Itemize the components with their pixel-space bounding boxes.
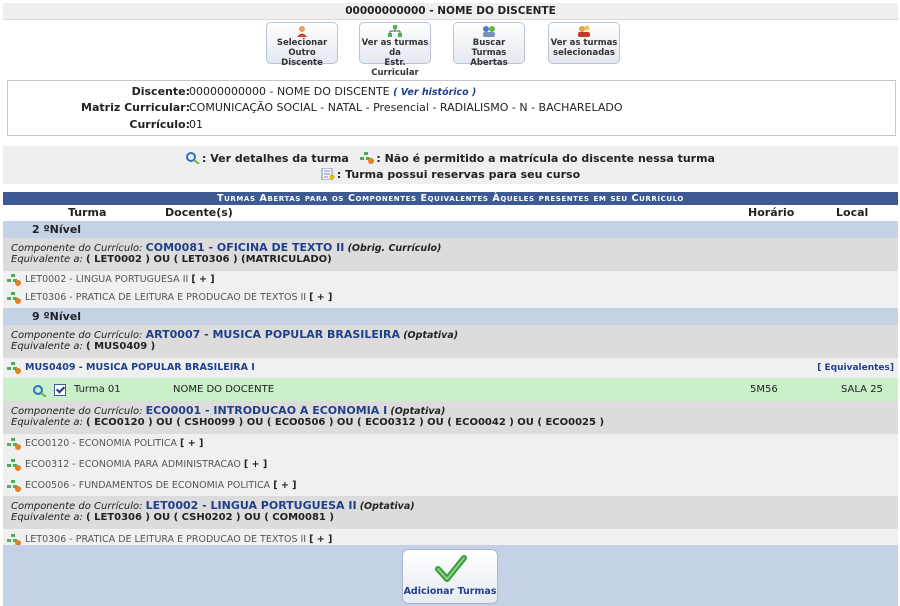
level-header: 9 ºNível xyxy=(3,308,898,325)
blocked-enrollment-icon xyxy=(7,533,21,546)
expand-button[interactable]: [ + ] xyxy=(309,292,332,303)
group-icon xyxy=(577,25,591,37)
legend: : Ver detalhes da turma : Não é permitid… xyxy=(3,146,898,184)
reserves-icon xyxy=(321,167,335,181)
group-search-icon xyxy=(482,25,496,37)
checkmark-icon xyxy=(435,554,467,587)
add-classes-button[interactable]: Adicionar Turmas xyxy=(402,549,498,604)
discipline-row[interactable]: ECO0120 - ECONOMIA POLITICA [ + ] xyxy=(3,434,898,454)
select-other-student-button[interactable]: Selecionar Outro Discente xyxy=(266,22,338,68)
blocked-enrollment-icon xyxy=(7,479,21,492)
expand-button[interactable]: [ + ] xyxy=(244,459,267,470)
expand-button[interactable]: [ + ] xyxy=(309,534,332,545)
component-row: Componente do Currículo: ECO0001 - INTRO… xyxy=(3,401,898,434)
matrix-row: Matriz Curricular: COMUNICAÇÃO SOCIAL - … xyxy=(81,101,623,114)
expand-button[interactable]: [ + ] xyxy=(273,480,296,491)
view-history-link[interactable]: ( Ver histórico ) xyxy=(393,87,476,98)
table-footer: Adicionar Turmas xyxy=(3,545,898,606)
toolbar: Selecionar Outro Discente Ver as turmas … xyxy=(0,22,900,78)
discipline-row[interactable]: LET0306 - PRATICA DE LEITURA E PRODUCAO … xyxy=(3,288,898,308)
view-curricular-classes-button[interactable]: Ver as turmas da Estr. Curricular xyxy=(359,22,431,78)
details-icon xyxy=(186,152,200,165)
class-select-checkbox[interactable] xyxy=(54,384,66,396)
component-row: Componente do Currículo: LET0002 - LINGU… xyxy=(3,496,898,529)
equivalents-link[interactable]: [ Equivalentes] xyxy=(817,358,894,378)
student-row: Discente: 00000000000 - NOME DO DISCENTE… xyxy=(131,85,477,98)
tree-icon xyxy=(388,25,402,37)
view-selected-classes-button[interactable]: Ver as turmas selecionadas xyxy=(548,22,620,64)
curriculum-row: Currículo: 01 xyxy=(129,118,203,131)
user-icon xyxy=(295,25,309,37)
table-header: Turma Docente(s) Horário Local xyxy=(68,206,869,219)
search-open-classes-button[interactable]: Buscar Turmas Abertas xyxy=(453,22,525,68)
blocked-enrollment-icon xyxy=(7,438,21,450)
blocked-enrollment-icon xyxy=(7,458,21,471)
table-caption: Turmas Abertas para os Componentes Equiv… xyxy=(3,192,898,205)
component-row: Componente do Currículo: COM0081 - OFICI… xyxy=(3,238,898,271)
blocked-enrollment-icon xyxy=(7,292,21,304)
blocked-enrollment-icon xyxy=(360,152,375,164)
classes-table: Turmas Abertas para os Componentes Equiv… xyxy=(3,192,898,550)
blocked-enrollment-icon xyxy=(7,362,21,374)
level-header: 2 ºNível xyxy=(3,221,898,238)
page-title: 00000000000 - NOME DO DISCENTE xyxy=(3,3,898,20)
blocked-enrollment-icon xyxy=(7,274,21,286)
expand-button[interactable]: [ + ] xyxy=(180,438,203,449)
discipline-row[interactable]: ECO0312 - ECONOMIA PARA ADMINISTRACAO [ … xyxy=(3,454,898,475)
discipline-row[interactable]: ECO0506 - FUNDAMENTOS DE ECONOMIA POLITI… xyxy=(3,475,898,496)
student-info-box: Discente: 00000000000 - NOME DO DISCENTE… xyxy=(7,80,896,136)
expand-button[interactable]: [ + ] xyxy=(191,274,214,285)
discipline-row[interactable]: MUS0409 - MUSICA POPULAR BRASILEIRA I [ … xyxy=(3,358,898,378)
class-row: Turma 01 NOME DO DOCENTE 5M56 SALA 25 xyxy=(3,378,898,401)
details-icon[interactable] xyxy=(33,383,47,398)
discipline-row[interactable]: LET0002 - LINGUA PORTUGUESA II [ + ] xyxy=(3,271,898,288)
component-row: Componente do Currículo: ART0007 - MUSIC… xyxy=(3,325,898,358)
